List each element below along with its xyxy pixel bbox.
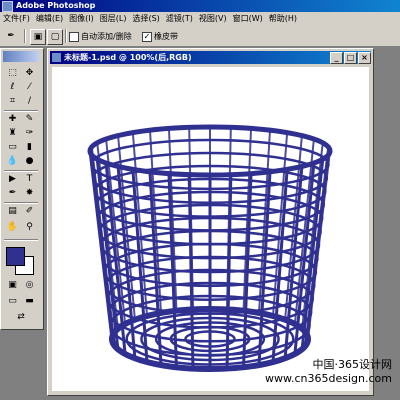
paths-mode-icon[interactable]: ▢ [47, 29, 63, 45]
menu-file[interactable]: 文件(F) [0, 12, 33, 26]
foreground-color-swatch[interactable] [6, 247, 25, 266]
photoshop-logo-icon [2, 1, 13, 12]
menu-help[interactable]: 帮助(H) [266, 12, 300, 26]
custom-shape-tool-icon[interactable]: ✸ [22, 187, 37, 200]
standard-mode-icon[interactable]: ▣ [5, 279, 20, 292]
menu-image[interactable]: 图像(I) [66, 12, 97, 26]
toolbox-divider [4, 202, 38, 204]
blur-tool-icon[interactable]: 💧 [5, 155, 20, 168]
eraser-tool-icon[interactable]: ▭ [5, 141, 20, 154]
close-icon[interactable]: × [358, 52, 371, 64]
menu-view[interactable]: 视图(V) [196, 12, 230, 26]
document-title: 未标题-1.psd @ 100%(后,RGB) [64, 53, 192, 62]
document-title-bar[interactable]: 未标题-1.psd @ 100%(后,RGB) _ □ × [50, 51, 371, 64]
notes-tool-icon[interactable]: ▤ [5, 205, 20, 218]
crop-tool-icon[interactable]: ⌗ [5, 95, 20, 108]
dodge-tool-icon[interactable]: ● [22, 155, 37, 168]
menu-edit[interactable]: 编辑(E) [33, 12, 66, 26]
document-window: 未标题-1.psd @ 100%(后,RGB) _ □ × [47, 48, 374, 396]
watermark-line2: www.cn365design.com [265, 372, 392, 385]
rubber-band-checkbox[interactable]: ✓ [142, 32, 152, 42]
clone-stamp-tool-icon[interactable]: ♜ [5, 127, 20, 140]
auto-add-delete-checkbox[interactable] [69, 32, 79, 42]
menu-select[interactable]: 选择(S) [129, 12, 162, 26]
screen-mode-standard-icon[interactable]: ▭ [5, 295, 20, 308]
jump-to-imageready-icon[interactable]: ⇄ [5, 311, 37, 324]
magic-wand-tool-icon[interactable]: ⁄ [22, 81, 37, 94]
screen-mode-full-icon[interactable]: ▬ [22, 295, 37, 308]
shape-layers-icon[interactable]: ▣ [30, 29, 46, 45]
toolbox-divider [4, 110, 38, 112]
menu-window[interactable]: 窗口(W) [230, 12, 266, 26]
gradient-tool-icon[interactable]: ▮ [22, 141, 37, 154]
app-title-bar: Adobe Photoshop [0, 0, 400, 12]
zoom-tool-icon[interactable]: ⚲ [22, 221, 37, 234]
menu-filter[interactable]: 滤镜(T) [163, 12, 196, 26]
pen-tool-icon[interactable]: ✒ [5, 187, 20, 200]
healing-brush-tool-icon[interactable]: ✚ [5, 113, 20, 126]
document-canvas[interactable] [52, 67, 369, 391]
path-selection-tool-icon[interactable]: ▶ [5, 173, 20, 186]
lasso-tool-icon[interactable]: ℓ [5, 81, 20, 94]
type-tool-icon[interactable]: T [22, 173, 37, 186]
toolbox-divider [4, 239, 38, 241]
document-icon [52, 53, 61, 62]
options-separator [65, 29, 67, 43]
menu-layer[interactable]: 图层(L) [97, 12, 130, 26]
move-tool-icon[interactable]: ✥ [22, 67, 37, 80]
toolbox-panel: ⬚ ✥ ℓ ⁄ ⌗ / ✚ ✎ ♜ ✑ ▭ ▮ 💧 ● ▶ T ✒ ✸ ▤ ✐ … [0, 48, 44, 330]
pen-tool-icon: ✒ [4, 29, 18, 43]
toolbox-header-icon [3, 51, 39, 62]
rubber-band-label: 橡皮带 [154, 32, 178, 41]
wire-basket-image [87, 124, 333, 372]
options-separator [24, 29, 26, 43]
brush-tool-icon[interactable]: ✎ [22, 113, 37, 126]
quick-mask-mode-icon[interactable]: ◎ [22, 279, 37, 292]
minimize-icon[interactable]: _ [330, 52, 343, 64]
auto-add-delete-label: 自动添加/删除 [81, 32, 132, 41]
marquee-tool-icon[interactable]: ⬚ [5, 67, 20, 80]
eyedropper-tool-icon[interactable]: ✐ [22, 205, 37, 218]
history-brush-tool-icon[interactable]: ✑ [22, 127, 37, 140]
slice-tool-icon[interactable]: / [22, 95, 37, 108]
watermark-line1: 中国·365设计网 [312, 358, 393, 371]
app-title: Adobe Photoshop [16, 1, 96, 10]
toolbox-divider [4, 170, 38, 172]
watermark: 中国·365设计网 www.cn365design.com [265, 358, 392, 386]
menu-bar: 文件(F) 编辑(E) 图像(I) 图层(L) 选择(S) 滤镜(T) 视图(V) 窗口(W)… [0, 12, 400, 27]
hand-tool-icon[interactable]: ✋ [5, 221, 20, 234]
options-bar: ✒ ▣ ▢ 自动添加/删除 ✓ 橡皮带 [0, 26, 400, 47]
maximize-icon[interactable]: □ [344, 52, 357, 64]
